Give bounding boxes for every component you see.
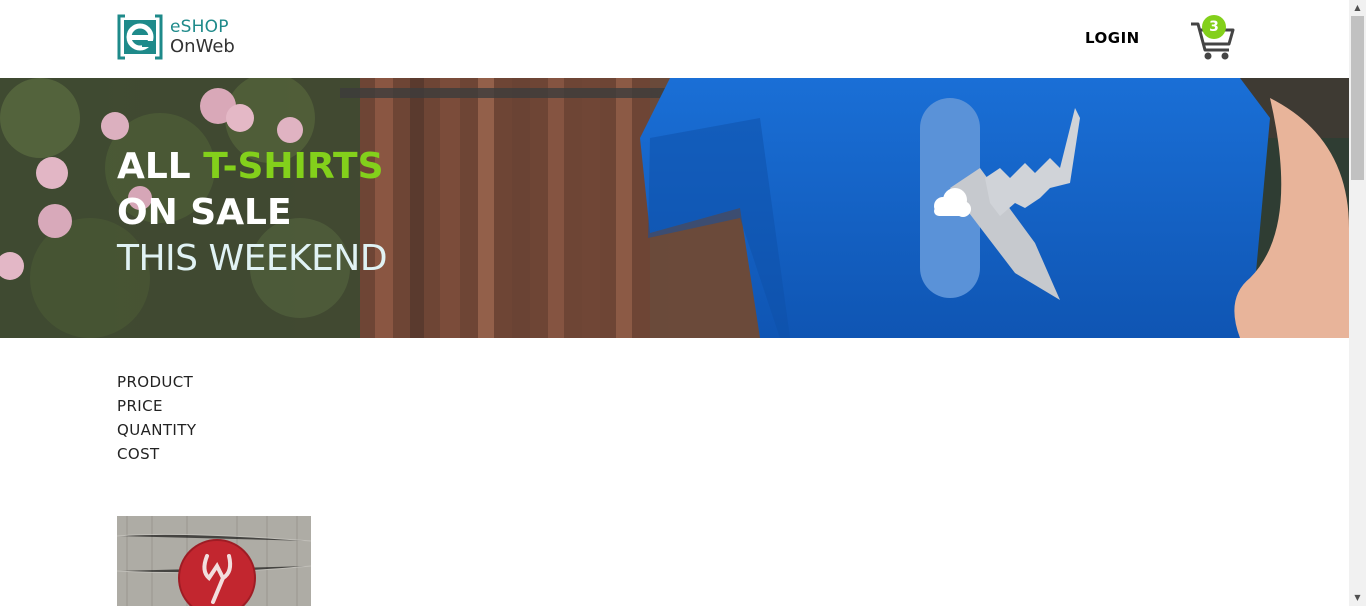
product-image [117, 516, 311, 606]
hero-all-text: ALL [117, 146, 191, 187]
hero-banner: ALL T-SHIRTS ON SALE THIS WEEKEND [0, 78, 1349, 338]
scroll-down-arrow-icon[interactable]: ▼ [1349, 590, 1366, 606]
hero-line-1: ALL T-SHIRTS [117, 144, 387, 190]
logo-text-eshop: eSHOP [170, 17, 229, 37]
hero-tshirts-text: T-SHIRTS [203, 146, 384, 187]
site-header: eSHOP OnWeb LOGIN 3 [0, 0, 1349, 78]
cost-column-label: COST [117, 445, 160, 463]
logo-wordmark: eSHOP OnWeb [170, 17, 235, 57]
eshop-logo-icon [117, 14, 163, 60]
cart-count-badge[interactable]: 3 [1202, 15, 1226, 39]
hero-headline: ALL T-SHIRTS ON SALE THIS WEEKEND [117, 144, 388, 282]
hero-line-2: ON SALE [117, 192, 292, 233]
quantity-column-label: QUANTITY [117, 421, 197, 439]
price-column-label: PRICE [117, 397, 163, 415]
scroll-up-arrow-icon[interactable]: ▲ [1349, 0, 1366, 16]
hero-line-3: THIS WEEKEND [117, 238, 388, 279]
logo-text-onweb: OnWeb [170, 36, 235, 57]
cart-table-header: PRODUCT PRICE QUANTITY COST [117, 372, 196, 468]
product-image-graphic [117, 516, 311, 606]
eshop-logo[interactable]: eSHOP OnWeb [117, 14, 247, 60]
scrollbar-thumb[interactable] [1351, 16, 1364, 180]
product-column-label: PRODUCT [117, 373, 194, 391]
login-link[interactable]: LOGIN [1085, 29, 1140, 47]
